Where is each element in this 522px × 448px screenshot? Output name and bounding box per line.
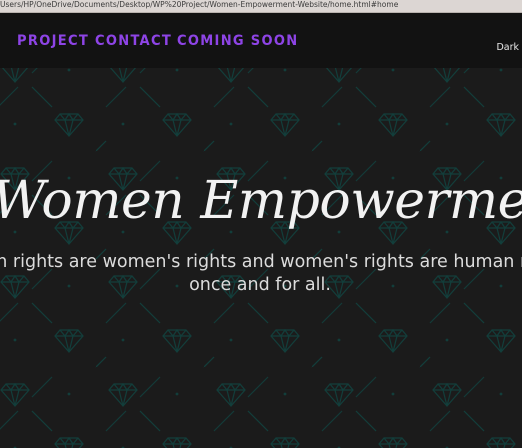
hero-quote: Human rights are women's rights and wome… [0,251,522,297]
nav-link-coming-soon[interactable]: COMING SOON [177,33,298,49]
hero-quote-line-1: Human rights are women's rights and wome… [0,252,522,272]
address-bar[interactable]: Users/HP/OneDrive/Documents/Desktop/WP%2… [0,0,522,13]
nav-link-contact[interactable]: CONTACT [95,33,172,49]
page: Users/HP/OneDrive/Documents/Desktop/WP%2… [0,0,522,448]
navbar: PROJECT CONTACT COMING SOON Dark [0,13,522,68]
nav-link-project[interactable]: PROJECT [17,33,89,49]
hero-quote-line-2: once and for all. [189,275,331,295]
url-text[interactable]: Users/HP/OneDrive/Documents/Desktop/WP%2… [0,0,398,10]
dark-mode-toggle[interactable]: Dark [496,42,519,53]
hero-title: Women Empowerment [0,171,522,231]
